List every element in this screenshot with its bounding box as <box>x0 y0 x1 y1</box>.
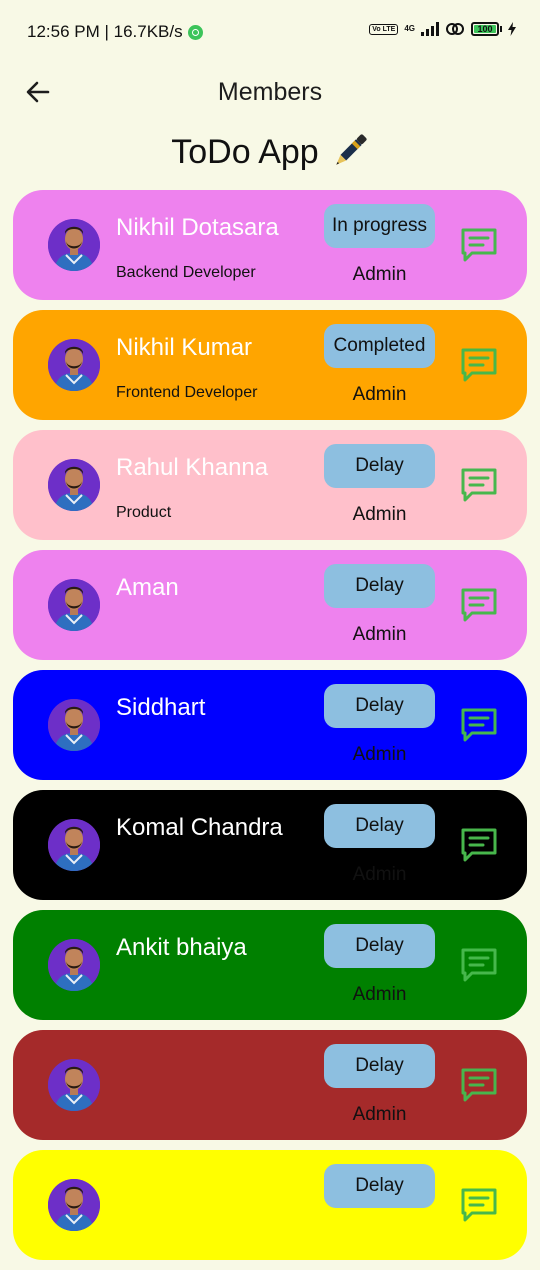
member-access-level: Admin <box>352 984 407 1005</box>
person-avatar-icon <box>48 579 100 631</box>
battery-level: 100 <box>474 25 496 34</box>
chat-button[interactable] <box>459 466 499 506</box>
member-role: Frontend Developer <box>116 384 258 401</box>
member-role: Product <box>116 504 172 521</box>
chat-message-icon <box>461 348 497 382</box>
chat-message-icon <box>461 1188 497 1222</box>
member-name: Nikhil Kumar <box>116 334 253 361</box>
status-badge[interactable]: Delay <box>324 564 435 608</box>
avatar <box>48 939 100 991</box>
person-avatar-icon <box>48 219 100 271</box>
person-avatar-icon <box>48 819 100 871</box>
hotspot-link-icon <box>446 23 464 35</box>
chat-button[interactable] <box>459 346 499 386</box>
avatar <box>48 579 100 631</box>
person-avatar-icon <box>48 1059 100 1111</box>
app-bar: Members <box>0 66 540 118</box>
status-icons: Vo LTE 4G 100 <box>369 22 516 36</box>
chat-button[interactable] <box>459 826 499 866</box>
member-role: Backend Developer <box>116 264 256 281</box>
status-badge[interactable]: Delay <box>324 1164 435 1208</box>
member-access-level: Admin <box>352 1104 407 1125</box>
network-type-label: 4G <box>404 24 415 33</box>
member-card[interactable]: Aman Delay Admin <box>13 550 527 660</box>
chat-button[interactable] <box>459 586 499 626</box>
person-avatar-icon <box>48 1179 100 1231</box>
avatar <box>48 339 100 391</box>
chat-button[interactable] <box>459 1186 499 1226</box>
avatar <box>48 1179 100 1231</box>
person-avatar-icon <box>48 459 100 511</box>
member-card[interactable]: Nikhil Kumar Frontend Developer Complete… <box>13 310 527 420</box>
status-badge[interactable]: Completed <box>324 324 435 368</box>
avatar <box>48 699 100 751</box>
avatar <box>48 219 100 271</box>
chat-message-icon <box>461 828 497 862</box>
member-list: Nikhil Dotasara Backend Developer In pro… <box>13 190 527 1270</box>
page-title: Members <box>217 78 323 106</box>
status-badge[interactable]: Delay <box>324 1044 435 1088</box>
chat-button[interactable] <box>459 1066 499 1106</box>
volte-icon: Vo LTE <box>369 23 399 35</box>
chat-message-icon <box>461 708 497 742</box>
member-access-level: Admin <box>352 624 407 645</box>
member-access-level: Admin <box>352 864 407 885</box>
chat-message-icon <box>461 228 497 262</box>
app-heading: ToDo App <box>0 132 540 172</box>
chat-message-icon <box>461 948 497 982</box>
member-card[interactable]: Komal Chandra Delay Admin <box>13 790 527 900</box>
member-card[interactable]: Ankit bhaiya Delay Admin <box>13 910 527 1020</box>
person-avatar-icon <box>48 939 100 991</box>
member-name: Ankit bhaiya <box>116 934 247 961</box>
member-access-level: Admin <box>352 264 407 285</box>
battery-icon: 100 <box>471 22 502 36</box>
notification-dot-icon <box>187 24 203 40</box>
member-name: Aman <box>116 574 179 601</box>
member-name: Komal Chandra <box>116 814 283 841</box>
member-name: Siddhart <box>116 694 206 721</box>
status-badge[interactable]: Delay <box>324 684 435 728</box>
status-badge[interactable]: Delay <box>324 804 435 848</box>
chat-button[interactable] <box>459 706 499 746</box>
status-bar: 12:56 PM | 16.7KB/s Vo LTE 4G 100 <box>0 0 540 66</box>
person-avatar-icon <box>48 699 100 751</box>
chat-message-icon <box>461 588 497 622</box>
status-badge[interactable]: In progress <box>324 204 435 248</box>
person-avatar-icon <box>48 339 100 391</box>
app-heading-text: ToDo App <box>171 132 319 171</box>
member-card[interactable]: Nikhil Dotasara Backend Developer In pro… <box>13 190 527 300</box>
avatar <box>48 819 100 871</box>
charging-bolt-icon <box>508 22 516 36</box>
chat-message-icon <box>461 468 497 502</box>
member-access-level: Admin <box>352 504 407 525</box>
status-time-speed: 12:56 PM | 16.7KB/s <box>27 22 203 42</box>
member-access-level: Admin <box>352 744 407 765</box>
member-access-level: Admin <box>352 384 407 405</box>
status-badge[interactable]: Delay <box>324 444 435 488</box>
member-card[interactable]: Siddhart Delay Admin <box>13 670 527 780</box>
signal-icon <box>421 22 439 36</box>
member-name: Nikhil Dotasara <box>116 214 279 241</box>
member-card[interactable]: Rahul Khanna Product Delay Admin <box>13 430 527 540</box>
chat-message-icon <box>461 1068 497 1102</box>
pen-icon <box>335 134 367 165</box>
member-name: Rahul Khanna <box>116 454 269 481</box>
chat-button[interactable] <box>459 946 499 986</box>
status-badge[interactable]: Delay <box>324 924 435 968</box>
avatar <box>48 459 100 511</box>
member-card[interactable]: Delay <box>13 1150 527 1260</box>
member-card[interactable]: Delay Admin <box>13 1030 527 1140</box>
status-time-text: 12:56 PM | 16.7KB/s <box>27 22 183 41</box>
avatar <box>48 1059 100 1111</box>
chat-button[interactable] <box>459 226 499 266</box>
